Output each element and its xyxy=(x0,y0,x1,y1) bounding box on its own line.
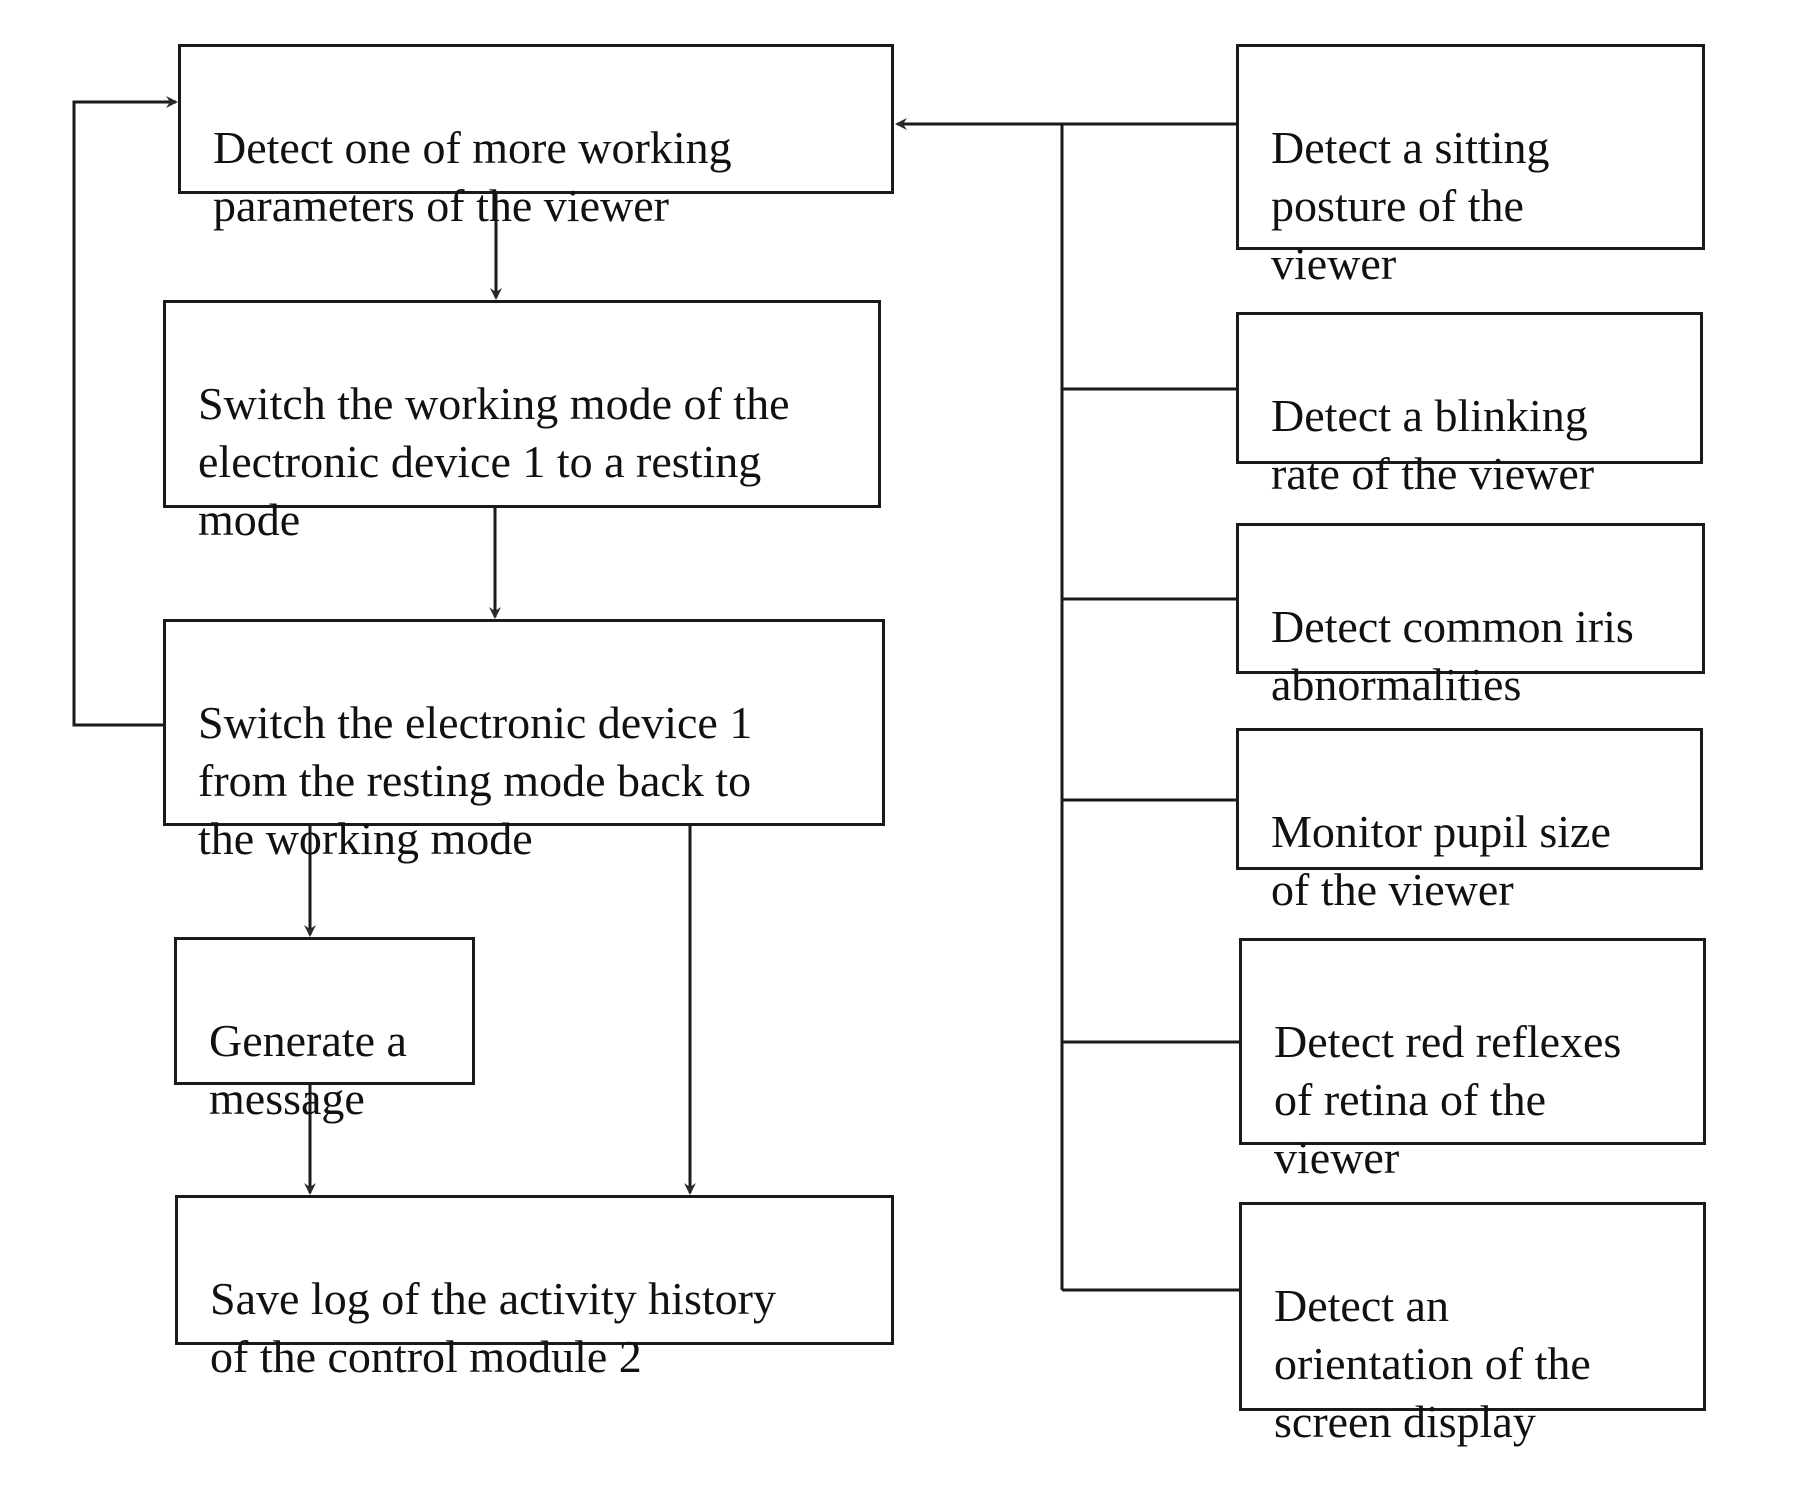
sitting-posture-box: Detect a sitting posture of the viewer xyxy=(1236,44,1705,289)
switch-to-resting-text: Switch the working mode of the electroni… xyxy=(198,378,790,545)
blinking-rate-box: Detect a blinking rate of the viewer xyxy=(1236,312,1703,499)
detect-parameters-text: Detect one of more working parameters of… xyxy=(213,122,732,231)
flowchart-canvas: Detect one of more working parameters of… xyxy=(0,0,1812,1477)
generate-message-box: Generate a message xyxy=(174,937,475,1124)
screen-orientation-box: Detect an orientation of the screen disp… xyxy=(1239,1202,1706,1447)
blinking-rate-text: Detect a blinking rate of the viewer xyxy=(1271,390,1595,499)
iris-abnormalities-box: Detect common iris abnormalities xyxy=(1236,523,1705,710)
detect-parameters-box: Detect one of more working parameters of… xyxy=(178,44,894,231)
screen-orientation-text: Detect an orientation of the screen disp… xyxy=(1274,1280,1591,1447)
switch-back-box: Switch the electronic device 1 from the … xyxy=(163,619,885,864)
save-log-box: Save log of the activity history of the … xyxy=(175,1195,894,1382)
red-reflex-box: Detect red reflexes of retina of the vie… xyxy=(1239,938,1706,1183)
switch-to-resting-box: Switch the working mode of the electroni… xyxy=(163,300,881,545)
generate-message-text: Generate a message xyxy=(209,1015,407,1124)
save-log-text: Save log of the activity history of the … xyxy=(210,1273,776,1382)
iris-abnormalities-text: Detect common iris abnormalities xyxy=(1271,601,1634,710)
edge-loop-back-to-detect xyxy=(72,96,178,727)
pupil-size-text: Monitor pupil size of the viewer xyxy=(1271,806,1611,915)
switch-back-text: Switch the electronic device 1 from the … xyxy=(198,697,753,864)
red-reflex-text: Detect red reflexes of retina of the vie… xyxy=(1274,1016,1622,1183)
pupil-size-box: Monitor pupil size of the viewer xyxy=(1236,728,1703,915)
sitting-posture-text: Detect a sitting posture of the viewer xyxy=(1271,122,1550,289)
